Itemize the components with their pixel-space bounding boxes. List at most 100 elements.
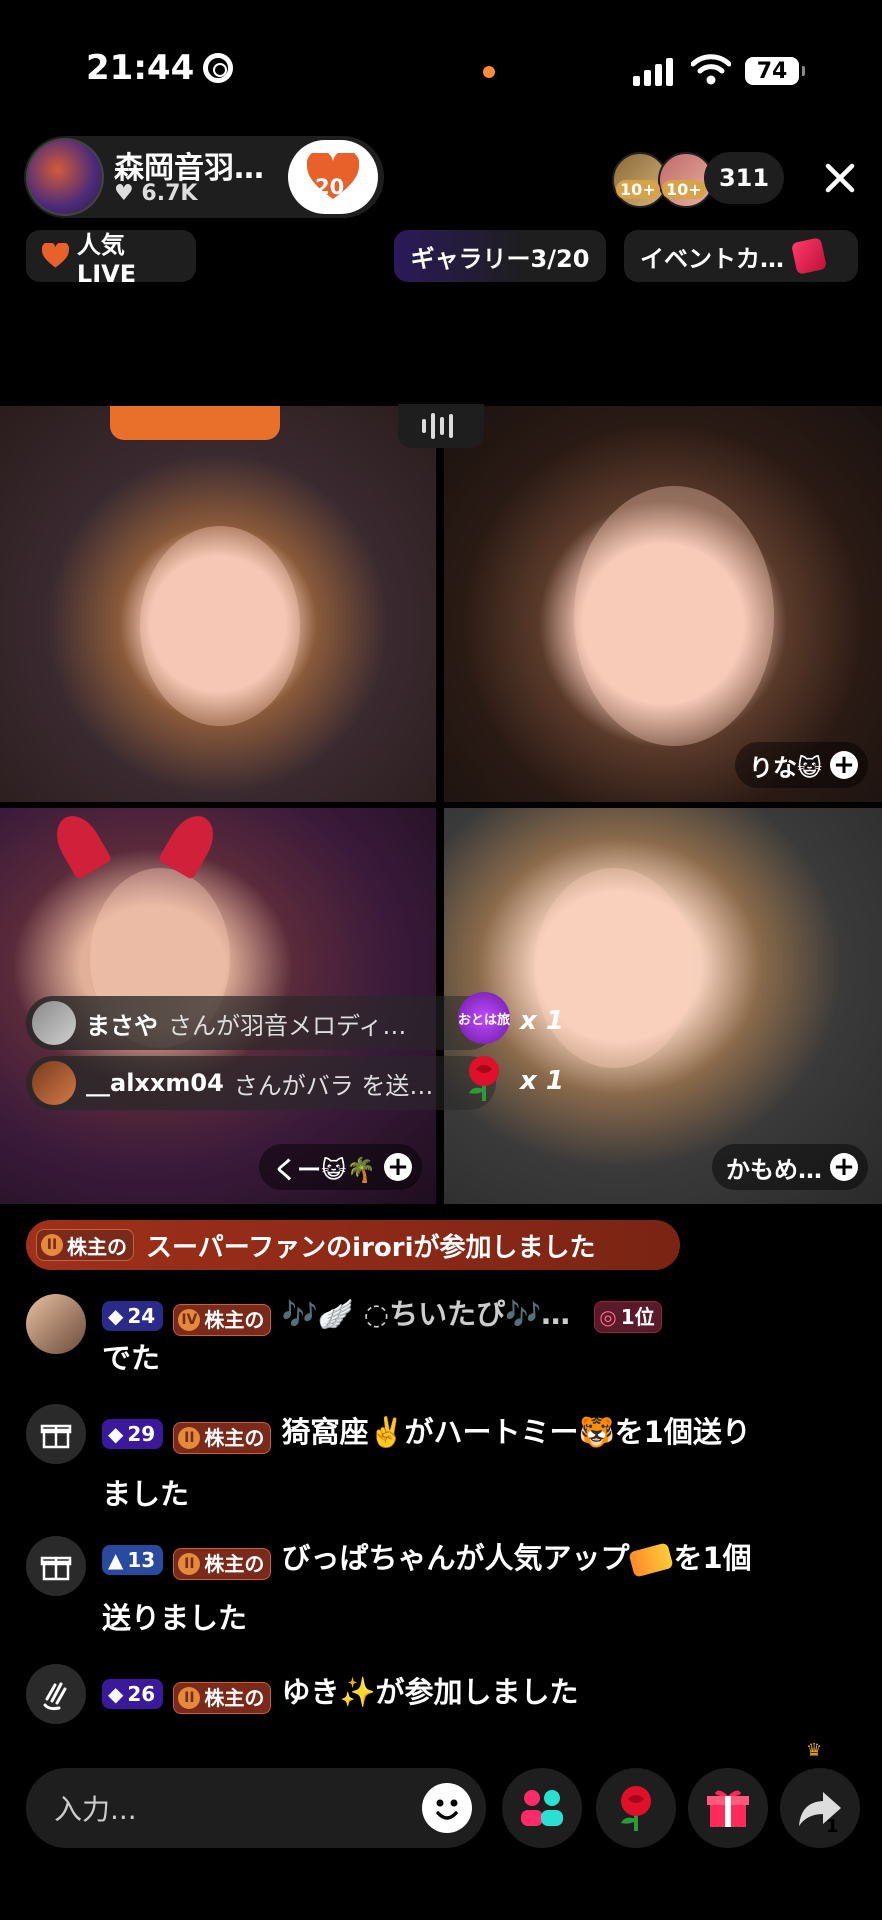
medal-icon: ◎ (599, 1305, 617, 1329)
gift-banner: まさや さんが羽音メロディ… (26, 996, 496, 1050)
guest-label-ku: くー😺🌴 + (259, 1144, 422, 1190)
shareholder-badge-label: 株主の (67, 1234, 127, 1259)
level-badge: ◆ 29 (102, 1419, 164, 1449)
guest-label-kamome: かもめ… + (712, 1144, 868, 1190)
event-label: イベントカ… (640, 244, 784, 273)
gifter-name: __alxxm04 (86, 1069, 224, 1097)
gift-box-icon (26, 1536, 86, 1596)
audio-wave-icon (422, 412, 453, 440)
popular-live-chip[interactable]: 人気LIVE (26, 230, 196, 288)
shareholder-badge: II 株主の (173, 1682, 272, 1714)
gifter-name: まさや (86, 1011, 158, 1040)
chat-text: びっぱちゃんが人気アップ (281, 1541, 630, 1575)
host-likes-count: 6.7K (141, 181, 198, 206)
gift-banner: __alxxm04 さんがバラ を送… (26, 1056, 496, 1110)
shareholder-icon: IV (178, 1309, 201, 1331)
shareholder-badge: II 株主の (36, 1229, 134, 1261)
video-tile-guest-kamome[interactable]: かもめ… + (444, 808, 882, 1204)
diamond-icon: ◆ (108, 1682, 124, 1706)
gift-text: さんが羽音メロディ… (168, 1011, 407, 1040)
fan-heart-icon: 20 (307, 153, 359, 201)
heart-icon (42, 243, 69, 268)
level-badge: ◆ 24 (102, 1301, 164, 1331)
heart-icon: ♥ (114, 181, 134, 206)
share-button[interactable] (780, 1768, 860, 1848)
viewer-badge-1: 10+ (616, 180, 660, 199)
cellular-signal-icon (633, 54, 675, 86)
chat-text-continued: ました (102, 1477, 190, 1511)
crown-icon: ♛ (806, 1740, 823, 1761)
gift-count: x 1 (520, 1066, 564, 1096)
guest-name-ku: くー😺🌴 (273, 1155, 376, 1184)
settings-gear-icon (203, 53, 233, 83)
guest-name-kamome: かもめ… (726, 1155, 822, 1184)
follow-guest-kamome-button[interactable]: + (830, 1153, 858, 1181)
close-icon[interactable] (812, 150, 868, 206)
gallery-label: ギャラリー3/20 (410, 244, 590, 273)
recording-dot-icon (483, 66, 495, 78)
chat-text: でた (102, 1341, 161, 1375)
join-sign-prop (110, 406, 280, 440)
multi-guest-icon (521, 1790, 563, 1826)
gifter-avatar (32, 1061, 76, 1105)
devil-horn-prop (47, 808, 113, 880)
comment-input-placeholder: 入力... (54, 1793, 137, 1826)
diamond-icon: ◆ (108, 1304, 124, 1328)
wave-hand-icon (26, 1664, 86, 1724)
gift-button[interactable] (688, 1768, 768, 1848)
chat-text-tail: を1個 (673, 1541, 752, 1575)
event-card-chip[interactable]: イベントカ… (624, 230, 858, 282)
guest-name-rina: りな😺 (748, 753, 822, 782)
gallery-chip[interactable]: ギャラリー3/20 (394, 230, 606, 282)
superfan-join-banner: II 株主の スーパーファンのiroriが参加しました (26, 1220, 680, 1270)
level-number: 29 (127, 1422, 156, 1446)
shareholder-icon: II (178, 1553, 201, 1575)
status-time: 21:44 (86, 48, 195, 88)
host-likes: ♥ 6.7K (114, 181, 197, 206)
shareholder-icon: II (178, 1687, 201, 1709)
shareholder-badge: IV 株主の (173, 1304, 272, 1336)
chat-text: ゆき✨が参加しました (281, 1675, 579, 1709)
video-tile-host[interactable] (0, 406, 436, 802)
popular-live-label: 人気LIVE (76, 230, 137, 288)
chat-text: 猗窩座✌️がハートミー🐯を1個送り (281, 1415, 751, 1449)
shareholder-badge: II 株主の (173, 1548, 272, 1580)
follow-guest-rina-button[interactable]: + (830, 751, 858, 779)
gift-count: x 1 (520, 1006, 564, 1036)
shareholder-badge-label: 株主の (204, 1552, 265, 1576)
shareholder-icon: II (41, 1234, 63, 1256)
audio-toggle-tab[interactable] (398, 404, 484, 448)
chat-text-continued: 送りました (102, 1601, 248, 1635)
shareholder-icon: II (178, 1427, 201, 1449)
gift-box-icon (26, 1404, 86, 1464)
rank-badge: ◎ 1位 (594, 1301, 662, 1333)
video-tile-guest-rina[interactable]: りな😺 + (444, 406, 882, 802)
triangle-icon: ▲ (108, 1548, 124, 1572)
host-avatar[interactable] (26, 138, 104, 216)
shareholder-badge-label: 株主の (204, 1426, 265, 1450)
shareholder-badge-label: 株主の (204, 1686, 265, 1710)
share-count: 1 (826, 1816, 839, 1837)
rose-icon (621, 1786, 651, 1831)
follow-guest-ku-button[interactable]: + (384, 1153, 412, 1181)
gifter-avatar (32, 1001, 76, 1045)
viewer-badge-2: 10+ (662, 180, 706, 199)
battery-indicator: 74 (745, 57, 805, 85)
shareholder-badge-label: 株主の (204, 1308, 265, 1332)
chat-user-avatar[interactable] (26, 1294, 86, 1354)
guest-label-rina: りな😺 + (734, 742, 868, 788)
follow-button[interactable]: 20 (288, 140, 378, 214)
wifi-icon (691, 54, 731, 85)
chat-message: ◆ 24 IV 株主の 🎶🪽 ◌ちいたぴ🎶… ◎ 1位 でた (102, 1292, 862, 1380)
emoji-icon[interactable] (422, 1783, 472, 1833)
rose-gift-button[interactable] (596, 1768, 676, 1848)
viewer-count[interactable]: 311 (704, 152, 784, 204)
level-number: 13 (127, 1548, 156, 1572)
gift-icon (707, 1790, 749, 1827)
shareholder-badge: II 株主の (173, 1422, 272, 1454)
melody-gift-label: おとは旅 (458, 1012, 511, 1028)
popular-up-gift-icon (628, 1542, 675, 1578)
co-host-button[interactable] (502, 1768, 582, 1848)
melody-gift-icon: おとは旅 (458, 992, 510, 1044)
join-banner-text: スーパーファンのiroriが参加しました (146, 1232, 596, 1263)
